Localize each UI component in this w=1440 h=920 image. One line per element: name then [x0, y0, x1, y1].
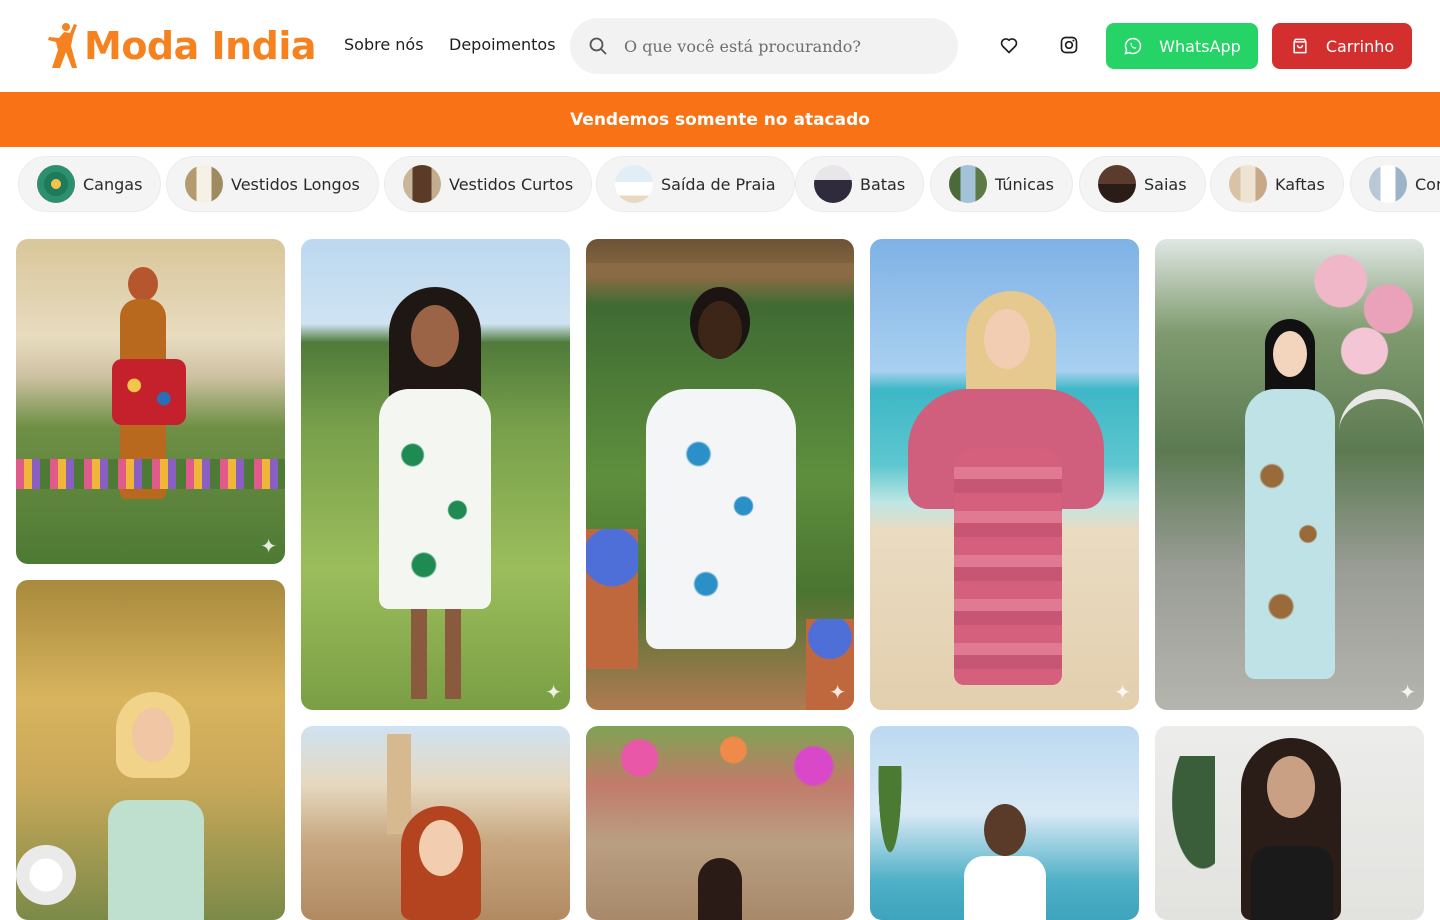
product-card[interactable] — [1155, 726, 1424, 920]
bell-tower — [387, 734, 411, 834]
category-chip-conjuntos[interactable]: Conjuntos — [1350, 156, 1440, 212]
category-chip-tunicas[interactable]: Túnicas — [930, 156, 1074, 212]
model-tunic — [964, 856, 1046, 920]
favorites-button[interactable] — [998, 34, 1020, 56]
category-label: Vestidos Longos — [231, 174, 360, 194]
model-dress — [646, 389, 796, 649]
dancer-logo-icon — [48, 23, 77, 68]
model-top — [1251, 846, 1333, 920]
category-chip-kaftas[interactable]: Kaftas — [1210, 156, 1344, 212]
model-face — [411, 305, 459, 367]
category-chip-vestidos-curtos[interactable]: Vestidos Curtos — [384, 156, 593, 212]
model-dress — [108, 800, 204, 920]
cart-button[interactable]: Carrinho — [1272, 23, 1412, 69]
category-thumbnail — [949, 165, 987, 203]
site-header: Moda India Sobre nós Depoimentos WhatsAp… — [0, 0, 1440, 92]
category-thumbnail — [1369, 165, 1407, 203]
category-thumbnail — [1098, 165, 1136, 203]
logo[interactable]: Moda India — [44, 18, 317, 74]
model-face — [1267, 756, 1315, 818]
model-bag — [112, 359, 186, 425]
category-label: Túnicas — [995, 174, 1055, 194]
product-card[interactable]: ✦ — [586, 239, 854, 710]
category-thumbnail — [1229, 165, 1267, 203]
whatsapp-icon — [1124, 37, 1142, 55]
wholesale-banner: Vendemos somente no atacado — [0, 92, 1440, 147]
model-face — [984, 309, 1030, 369]
category-bar: Cangas Vestidos Longos Vestidos Curtos S… — [0, 147, 1440, 219]
search-input[interactable] — [624, 36, 944, 56]
banner-text: Vendemos somente no atacado — [570, 109, 870, 130]
model-dress — [379, 389, 491, 609]
category-label: Saias — [1144, 174, 1187, 194]
flowers — [16, 830, 76, 920]
product-card[interactable] — [16, 580, 285, 920]
whatsapp-label: WhatsApp — [1159, 36, 1241, 56]
product-card[interactable]: ✦ — [16, 239, 285, 564]
cherry-blossoms — [1305, 239, 1424, 379]
whatsapp-button[interactable]: WhatsApp — [1106, 23, 1258, 69]
category-chip-vestidos-longos[interactable]: Vestidos Longos — [166, 156, 379, 212]
nav-sobre-nos[interactable]: Sobre nós — [344, 35, 424, 54]
instagram-button[interactable] — [1058, 34, 1080, 56]
search-bar — [570, 18, 958, 74]
model-face — [698, 301, 742, 359]
nav-depoimentos[interactable]: Depoimentos — [449, 35, 556, 54]
flower-pot — [586, 529, 638, 669]
category-label: Cangas — [83, 174, 143, 194]
model-face — [132, 708, 174, 762]
logo-text: Moda India — [84, 24, 317, 68]
model-hair — [128, 267, 158, 301]
category-thumbnail — [37, 165, 75, 203]
flowers — [586, 726, 854, 806]
category-thumbnail — [814, 165, 852, 203]
model-dress — [954, 449, 1062, 685]
cart-label: Carrinho — [1325, 36, 1395, 56]
category-label: Batas — [860, 174, 906, 194]
heart-icon — [1000, 38, 1018, 54]
product-card[interactable]: ✦ — [1155, 239, 1424, 710]
search-icon[interactable] — [588, 36, 608, 56]
model-dress — [1245, 389, 1335, 679]
model-hair — [698, 858, 742, 920]
category-label: Conjuntos — [1415, 174, 1440, 194]
model-face — [419, 820, 463, 876]
product-card[interactable] — [586, 726, 854, 920]
sparkle-icon: ✦ — [545, 680, 562, 704]
product-card[interactable]: ✦ — [301, 239, 570, 710]
model-face — [1273, 331, 1307, 377]
palm-tree — [870, 766, 910, 906]
category-label: Saída de Praia — [661, 174, 776, 194]
model-leg — [445, 609, 461, 699]
model-leg — [411, 609, 427, 699]
category-thumbnail — [185, 165, 223, 203]
model-hair — [984, 804, 1026, 856]
category-chip-saias[interactable]: Saias — [1079, 156, 1206, 212]
category-chip-batas[interactable]: Batas — [795, 156, 925, 212]
sparkle-icon: ✦ — [260, 534, 277, 558]
instagram-icon — [1060, 36, 1078, 54]
category-chip-cangas[interactable]: Cangas — [18, 156, 162, 212]
product-card[interactable]: ✦ — [870, 239, 1139, 710]
flowers — [16, 459, 285, 489]
category-thumbnail — [615, 165, 653, 203]
product-card[interactable] — [870, 726, 1139, 920]
sparkle-icon: ✦ — [829, 680, 846, 704]
shopping-bag-icon — [1293, 38, 1307, 54]
pergola-beam — [586, 263, 854, 277]
stone-bridge — [1339, 389, 1424, 449]
sparkle-icon: ✦ — [1399, 680, 1416, 704]
palm-leaves — [1155, 756, 1215, 906]
sparkle-icon: ✦ — [1114, 680, 1131, 704]
category-chip-saida-de-praia[interactable]: Saída de Praia — [596, 156, 795, 212]
category-thumbnail — [403, 165, 441, 203]
product-card[interactable] — [301, 726, 570, 920]
category-label: Kaftas — [1275, 174, 1325, 194]
category-label: Vestidos Curtos — [449, 174, 574, 194]
